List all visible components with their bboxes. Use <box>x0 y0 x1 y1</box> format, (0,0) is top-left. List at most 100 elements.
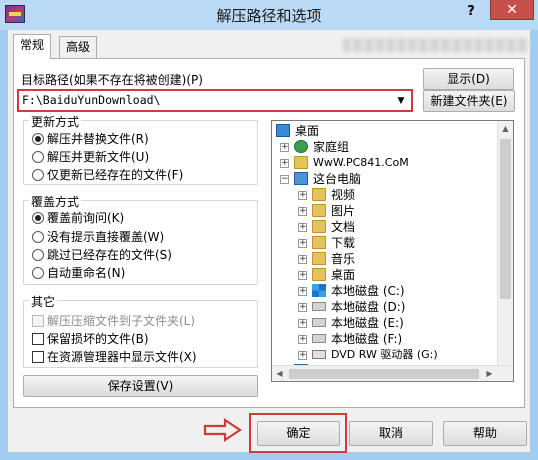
checkbox-extract-to-subfolder: 解压压缩文件到子文件夹(L) <box>32 313 195 329</box>
tree-item-label: 本地磁盘 (E:) <box>331 316 404 330</box>
tree-item-label: DVD RW 驱动器 (G:) <box>331 348 438 361</box>
scroll-left-arrow-icon[interactable]: ◀ <box>272 366 287 381</box>
option-label: 自动重命名(N) <box>47 266 126 280</box>
tree-vertical-scrollbar[interactable]: ▲ ▼ <box>497 121 513 381</box>
expand-plus-icon[interactable]: + <box>298 351 307 360</box>
expand-plus-icon[interactable]: + <box>298 335 307 344</box>
radio-icon[interactable] <box>32 249 44 261</box>
close-button[interactable]: ✕ <box>490 0 534 20</box>
tree-item-label: 本地磁盘 (C:) <box>331 284 405 298</box>
option-label: 仅更新已经存在的文件(F) <box>47 168 184 182</box>
homegroup-icon <box>294 140 308 153</box>
target-path-combo[interactable]: F:\BaiduYunDownload\ ▼ <box>17 89 413 112</box>
tree-item-label: 桌面 <box>331 268 356 282</box>
option-label: 保留损坏的文件(B) <box>47 332 149 346</box>
music-folder-icon <box>312 252 326 265</box>
cancel-button[interactable]: 取消 <box>349 421 433 446</box>
computer-icon <box>294 172 308 185</box>
red-arrow-annotation-icon <box>203 417 242 443</box>
target-path-input[interactable]: F:\BaiduYunDownload\ <box>21 92 389 109</box>
expand-plus-icon[interactable]: + <box>298 271 307 280</box>
checkbox-icon[interactable] <box>32 351 44 363</box>
documents-folder-icon <box>312 220 326 233</box>
expand-plus-icon[interactable]: + <box>298 223 307 232</box>
tab-advanced[interactable]: 高级 <box>59 36 98 58</box>
tree-horizontal-scrollbar[interactable]: ◀ ▶ <box>272 365 513 381</box>
ok-button[interactable]: 确定 <box>257 421 340 446</box>
tree-item-label: 图片 <box>331 204 356 218</box>
update-mode-title: 更新方式 <box>29 113 82 130</box>
chevron-down-icon[interactable]: ▼ <box>394 94 408 108</box>
radio-icon[interactable] <box>32 151 44 163</box>
radio-skip-existing[interactable]: 跳过已经存在的文件(S) <box>32 247 172 263</box>
window-title: 解压路径和选项 <box>216 7 322 25</box>
expand-plus-icon[interactable]: + <box>298 287 307 296</box>
tree-item-label: 本地磁盘 (D:) <box>331 300 406 314</box>
checkbox-show-in-explorer[interactable]: 在资源管理器中显示文件(X) <box>32 349 197 365</box>
scroll-up-arrow-icon[interactable]: ▲ <box>498 121 513 137</box>
radio-icon[interactable] <box>32 169 44 181</box>
overwrite-mode-title: 覆盖方式 <box>29 193 82 210</box>
downloads-folder-icon <box>312 236 326 249</box>
dialog-client: 常规 高级 目标路径(如果不存在将被创建)(P) F:\BaiduYunDown… <box>8 30 530 453</box>
new-folder-button[interactable]: 新建文件夹(E) <box>423 90 515 112</box>
misc-title: 其它 <box>29 293 58 310</box>
tree-item-label: 桌面 <box>295 124 320 138</box>
tree-item-label: 本地磁盘 (F:) <box>331 332 403 346</box>
vertical-scroll-thumb[interactable] <box>500 139 511 299</box>
radio-icon[interactable] <box>32 267 44 279</box>
drive-icon <box>312 318 326 327</box>
expand-plus-icon[interactable]: + <box>298 319 307 328</box>
target-path-label: 目标路径(如果不存在将被创建)(P) <box>21 73 203 87</box>
radio-update-existing[interactable]: 仅更新已经存在的文件(F) <box>32 167 183 183</box>
user-folder-icon <box>294 156 308 169</box>
radio-overwrite-without-prompt[interactable]: 没有提示直接覆盖(W) <box>32 229 164 245</box>
expand-plus-icon[interactable]: + <box>298 239 307 248</box>
windows-drive-icon <box>312 284 326 297</box>
pictures-folder-icon <box>312 204 326 217</box>
checkbox-icon <box>32 315 44 327</box>
expand-plus-icon[interactable]: + <box>298 207 307 216</box>
option-label: 解压并替换文件(R) <box>47 132 149 146</box>
radio-selected-icon[interactable] <box>32 133 44 145</box>
scroll-right-arrow-icon[interactable]: ▶ <box>482 366 497 381</box>
radio-ask-before-overwrite[interactable]: 覆盖前询问(K) <box>32 210 124 226</box>
drive-icon <box>312 302 326 311</box>
expand-plus-icon[interactable]: + <box>298 255 307 264</box>
tree-item-label: 下载 <box>331 236 356 250</box>
blurred-watermark <box>343 38 528 52</box>
expand-plus-icon[interactable]: + <box>298 191 307 200</box>
save-settings-button[interactable]: 保存设置(V) <box>23 375 258 397</box>
radio-extract-replace[interactable]: 解压并替换文件(R) <box>32 131 149 147</box>
expand-plus-icon[interactable]: + <box>280 143 289 152</box>
option-label: 在资源管理器中显示文件(X) <box>47 350 197 364</box>
videos-folder-icon <box>312 188 326 201</box>
title-bar[interactable]: 解压路径和选项 ? ✕ <box>0 0 538 30</box>
tab-general[interactable]: 常规 <box>13 34 52 59</box>
help-question-button[interactable]: ? <box>463 3 479 21</box>
desktop-folder-icon <box>312 268 326 281</box>
expand-plus-icon[interactable]: + <box>280 159 289 168</box>
option-label: 没有提示直接覆盖(W) <box>47 230 165 244</box>
drive-icon <box>312 334 326 343</box>
show-button[interactable]: 显示(D) <box>423 68 514 90</box>
option-label: 解压并更新文件(U) <box>47 150 150 164</box>
radio-icon[interactable] <box>32 231 44 243</box>
collapse-minus-icon[interactable]: − <box>280 175 289 184</box>
help-button[interactable]: 帮助 <box>443 421 527 446</box>
tree-item-label: 文档 <box>331 220 356 234</box>
checkbox-keep-broken-files[interactable]: 保留损坏的文件(B) <box>32 331 149 347</box>
desktop-icon <box>276 124 290 137</box>
radio-auto-rename[interactable]: 自动重命名(N) <box>32 265 125 281</box>
tree-item-label: 音乐 <box>331 252 356 266</box>
tree-item-label: 这台电脑 <box>313 172 362 186</box>
tree-item-label: 视频 <box>331 188 356 202</box>
radio-extract-update[interactable]: 解压并更新文件(U) <box>32 149 149 165</box>
horizontal-scroll-thumb[interactable] <box>289 369 479 379</box>
checkbox-icon[interactable] <box>32 333 44 345</box>
folder-tree[interactable]: 桌面 + 家庭组 + WwW.PC841.CoM − 这台电脑 + 视频 + 图… <box>271 120 514 382</box>
radio-selected-icon[interactable] <box>32 212 44 224</box>
dvd-drive-icon <box>312 350 326 359</box>
expand-plus-icon[interactable]: + <box>298 303 307 312</box>
tree-item-label: 家庭组 <box>313 140 350 154</box>
